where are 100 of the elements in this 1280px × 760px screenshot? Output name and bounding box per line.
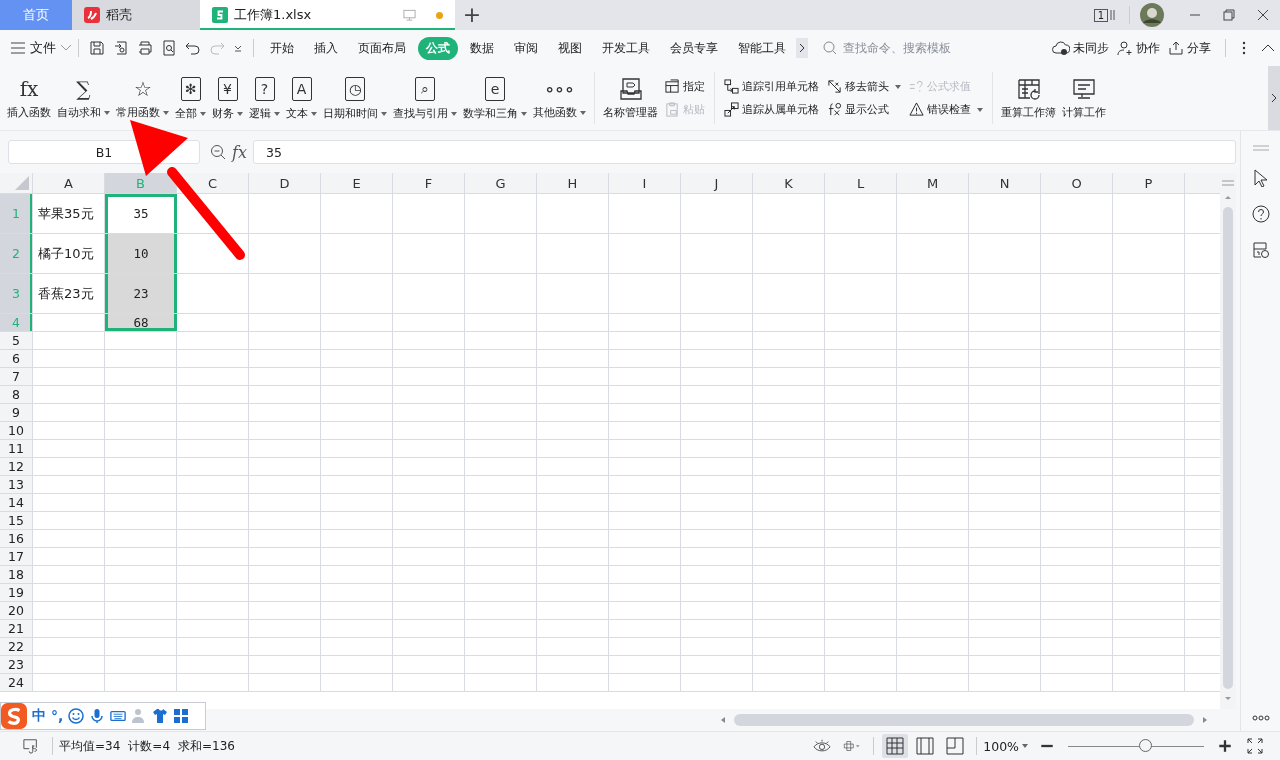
toolbar-action[interactable]: 未同步 bbox=[1052, 39, 1109, 57]
function-button[interactable]: ✻ 全部 bbox=[172, 75, 209, 121]
column-header[interactable]: J bbox=[681, 173, 753, 194]
export-icon[interactable] bbox=[113, 40, 129, 56]
column-header[interactable]: E bbox=[321, 173, 393, 194]
row-header[interactable]: 13 bbox=[0, 476, 33, 494]
undo-icon[interactable] bbox=[185, 40, 201, 56]
cursor-icon[interactable] bbox=[1252, 169, 1269, 187]
ribbon-tab[interactable]: 开始 bbox=[262, 36, 302, 60]
row-header[interactable]: 22 bbox=[0, 638, 33, 656]
more-icon[interactable] bbox=[1251, 715, 1270, 721]
keyboard-icon[interactable] bbox=[110, 708, 127, 724]
fullscreen-icon[interactable] bbox=[1246, 738, 1264, 754]
row-header[interactable]: 15 bbox=[0, 512, 33, 530]
column-header[interactable]: I bbox=[609, 173, 681, 194]
column-header[interactable]: C bbox=[177, 173, 249, 194]
apps-grid-icon[interactable] bbox=[173, 708, 190, 724]
calculate-button[interactable]: 计算工作 bbox=[1059, 76, 1109, 120]
docer-tab[interactable]: 稻壳 bbox=[72, 0, 200, 30]
row-header[interactable]: 7 bbox=[0, 368, 33, 386]
row-header[interactable]: 16 bbox=[0, 530, 33, 548]
zoom-dropdown[interactable]: 100% bbox=[983, 738, 1028, 754]
function-button[interactable]: ∑ 自动求和 bbox=[54, 76, 113, 120]
smiley-icon[interactable] bbox=[68, 708, 85, 724]
column-header[interactable]: H bbox=[537, 173, 609, 194]
row-header[interactable]: 14 bbox=[0, 494, 33, 512]
print-icon[interactable] bbox=[137, 40, 153, 56]
ribbon-tab[interactable]: 会员专享 bbox=[662, 36, 726, 60]
function-button[interactable]: ⌕ 查找与引用 bbox=[390, 75, 460, 121]
ribbon-tab[interactable]: 插入 bbox=[306, 36, 346, 60]
ribbon-tab[interactable]: 数据 bbox=[462, 36, 502, 60]
function-button[interactable]: fx 插入函数 bbox=[4, 76, 54, 120]
column-header[interactable]: N bbox=[969, 173, 1041, 194]
input-method-logo-icon[interactable] bbox=[1, 703, 27, 729]
ribbon-tab[interactable]: 页面布局 bbox=[350, 36, 414, 60]
row-header[interactable]: 24 bbox=[0, 674, 33, 692]
ribbon-tab[interactable]: 开发工具 bbox=[594, 36, 658, 60]
row-header[interactable]: 18 bbox=[0, 566, 33, 584]
function-button[interactable]: ◷ 日期和时间 bbox=[320, 75, 390, 121]
row-header[interactable]: 12 bbox=[0, 458, 33, 476]
close-icon[interactable] bbox=[1256, 8, 1270, 22]
customize-caret-icon[interactable] bbox=[233, 43, 243, 53]
help-icon[interactable] bbox=[1251, 205, 1270, 223]
print-preview-icon[interactable] bbox=[161, 40, 177, 56]
column-header[interactable]: G bbox=[465, 173, 537, 194]
ribbon-tab[interactable]: 智能工具 bbox=[730, 36, 794, 60]
input-mode-toggle[interactable]: 中 bbox=[32, 707, 46, 725]
calculate-button[interactable]: 重算工作簿 bbox=[998, 76, 1059, 120]
column-header[interactable]: F bbox=[393, 173, 465, 194]
row-header[interactable]: 19 bbox=[0, 584, 33, 602]
column-header[interactable]: D bbox=[249, 173, 321, 194]
formula-tool-button[interactable]: 移去箭头 bbox=[827, 79, 901, 94]
vertical-scrollbar[interactable] bbox=[1223, 207, 1233, 689]
row-header[interactable]: 10 bbox=[0, 422, 33, 440]
toolbar-action[interactable]: 协作 bbox=[1117, 39, 1160, 57]
formula-tool-button[interactable]: 追踪从属单元格 bbox=[724, 102, 819, 117]
macro-icon[interactable] bbox=[22, 738, 40, 754]
row-header[interactable]: 21 bbox=[0, 620, 33, 638]
function-button[interactable]: A 文本 bbox=[283, 75, 320, 121]
restore-icon[interactable] bbox=[1222, 8, 1236, 22]
row-header[interactable]: 6 bbox=[0, 350, 33, 368]
search-field[interactable]: 查找命令、搜索模板 bbox=[822, 40, 973, 56]
microphone-icon[interactable] bbox=[89, 708, 106, 724]
chevron-right-icon[interactable] bbox=[796, 38, 808, 58]
zoom-icon[interactable] bbox=[210, 144, 226, 160]
slider-thumb[interactable] bbox=[1138, 739, 1152, 752]
row-header[interactable]: 20 bbox=[0, 602, 33, 620]
view-mode-button[interactable] bbox=[882, 734, 909, 758]
crosshair-caret-icon[interactable] bbox=[843, 738, 862, 754]
column-header[interactable]: M bbox=[897, 173, 969, 194]
zoom-in-icon[interactable] bbox=[1216, 738, 1234, 754]
formula-tool-button[interactable]: 错误检查 bbox=[909, 102, 983, 117]
horizontal-scrollbar[interactable] bbox=[734, 714, 1194, 726]
scroll-up-icon[interactable] bbox=[1223, 193, 1233, 201]
name-manager-button[interactable]: 名称管理器 bbox=[600, 76, 661, 120]
formula-tool-button[interactable]: 显示公式 bbox=[827, 102, 901, 117]
new-tab-button[interactable]: + bbox=[455, 4, 489, 26]
toolbar-action[interactable]: 分享 bbox=[1168, 39, 1211, 57]
row-header[interactable]: 11 bbox=[0, 440, 33, 458]
row-header[interactable]: 8 bbox=[0, 386, 33, 404]
row-header[interactable]: 5 bbox=[0, 332, 33, 350]
avatar-icon[interactable] bbox=[1140, 3, 1164, 27]
formula-input[interactable]: 35 bbox=[252, 140, 1236, 164]
column-header[interactable]: L bbox=[825, 173, 897, 194]
formula-tool-button[interactable]: 追踪引用单元格 bbox=[724, 79, 819, 94]
function-button[interactable]: ☆ 常用函数 bbox=[113, 76, 172, 120]
insert-function-icon[interactable]: fx bbox=[232, 142, 247, 162]
shirt-icon[interactable] bbox=[152, 708, 169, 724]
function-button[interactable]: ? 逻辑 bbox=[246, 75, 283, 121]
function-button[interactable]: e 数学和三角 bbox=[460, 75, 530, 121]
row-header[interactable]: 17 bbox=[0, 548, 33, 566]
punctuation-toggle[interactable]: °, bbox=[51, 708, 64, 724]
file-menu[interactable]: 文件 bbox=[10, 39, 72, 57]
row-header[interactable]: 23 bbox=[0, 656, 33, 674]
row-header[interactable]: 9 bbox=[0, 404, 33, 422]
panel-handle-icon[interactable] bbox=[1252, 145, 1269, 151]
save-icon[interactable] bbox=[89, 40, 105, 56]
eye-icon[interactable] bbox=[813, 738, 832, 754]
column-header[interactable]: O bbox=[1041, 173, 1113, 194]
document-tab[interactable]: 工作簿1.xlsx bbox=[200, 0, 455, 30]
